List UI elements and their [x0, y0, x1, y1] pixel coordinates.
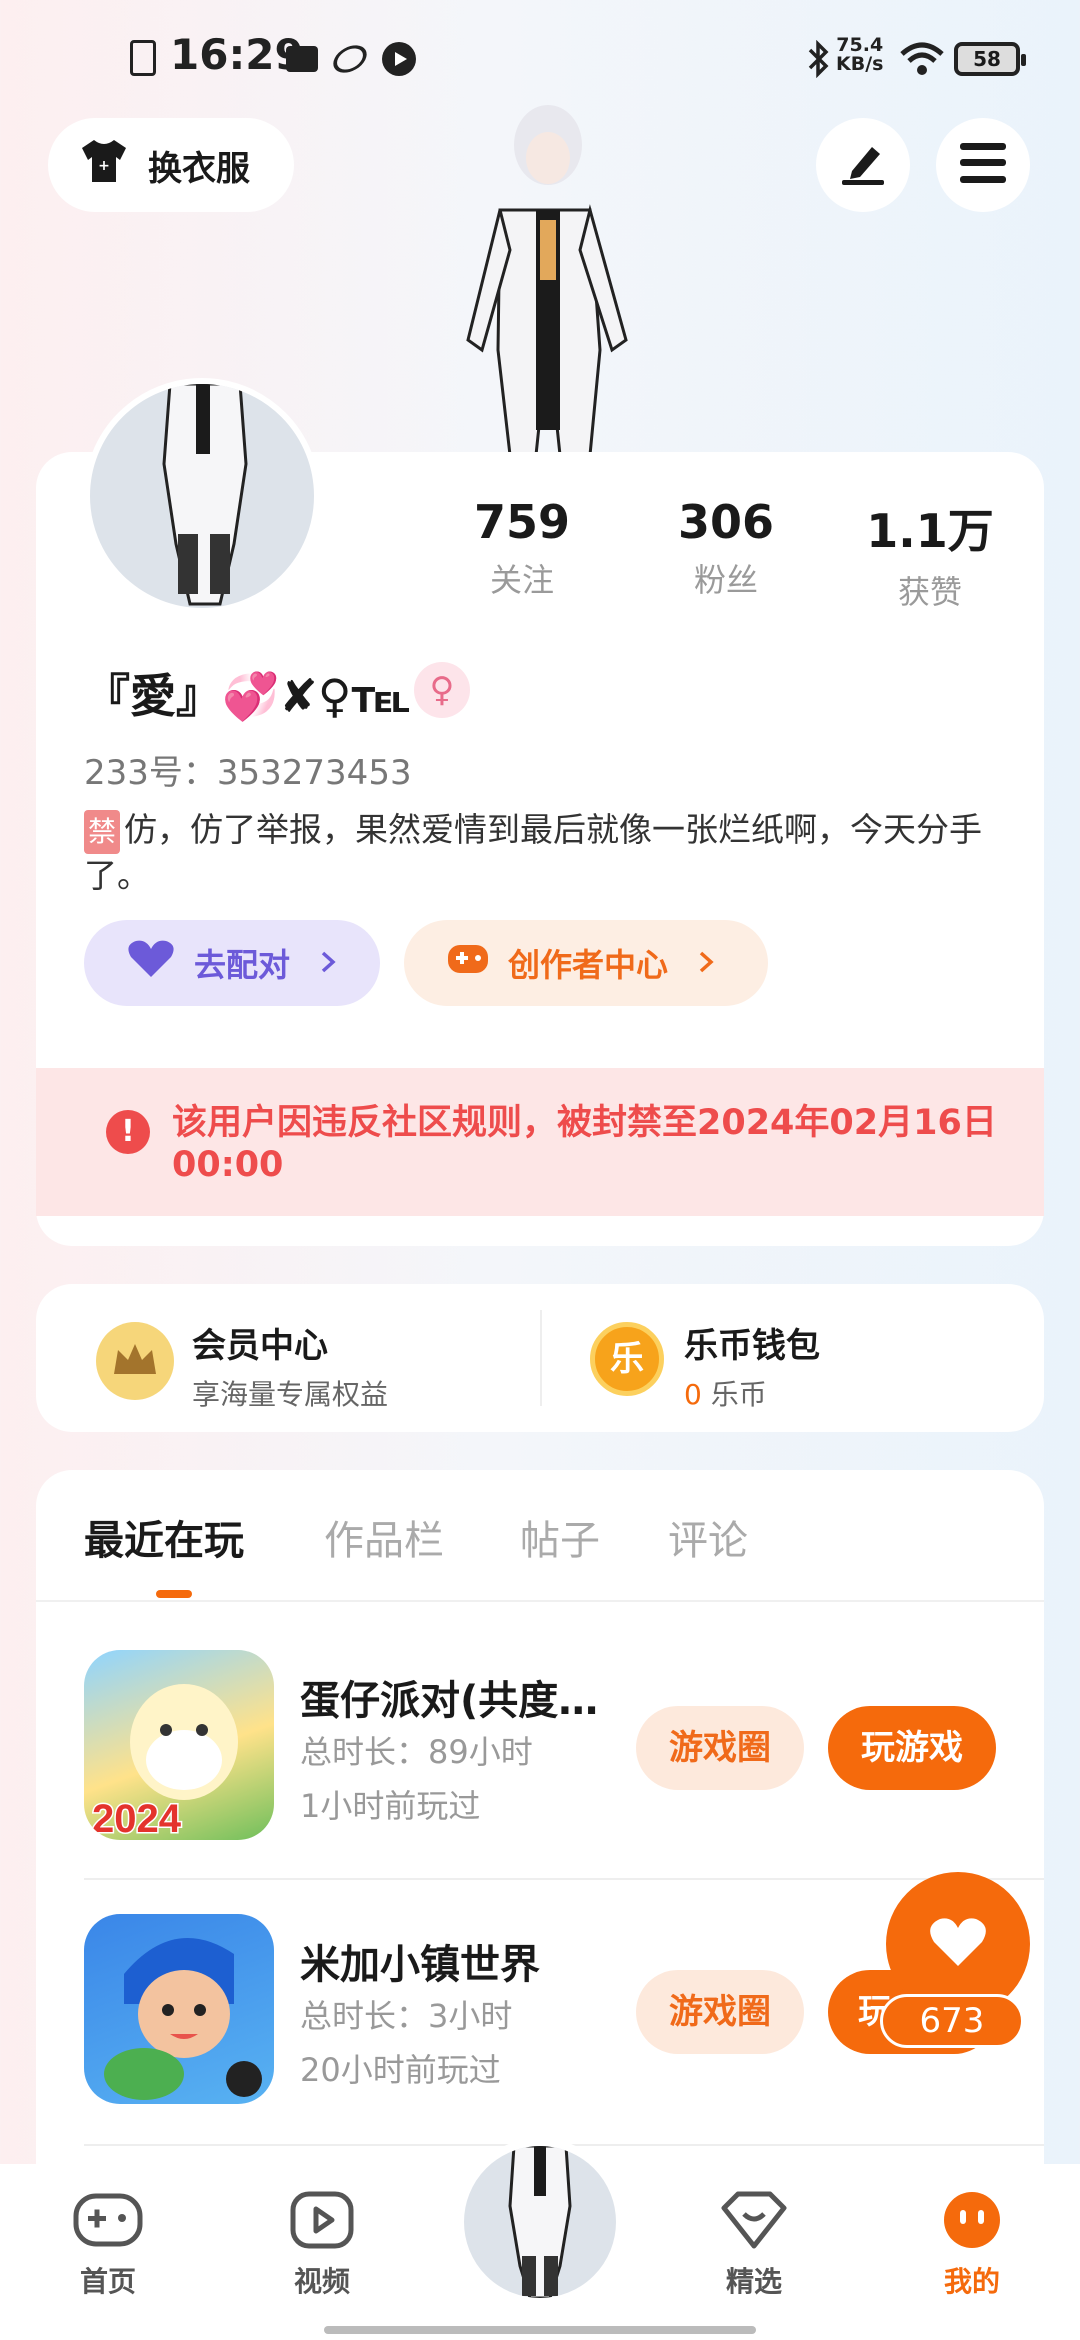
svg-text:+: + [98, 158, 110, 174]
match-label: 去配对 [194, 946, 291, 984]
banned-tag: 禁 [84, 810, 121, 854]
app-icon [328, 39, 372, 79]
likes-count: 1.1万 [866, 504, 994, 558]
nickname: 『愛』💞✘♀℡ [84, 669, 411, 723]
change-outfit-button[interactable]: + 换衣服 [48, 118, 294, 212]
following-count: 759 [473, 495, 571, 549]
home-indicator [324, 2326, 756, 2334]
game-circle-button[interactable]: 游戏圈 [636, 1970, 804, 2054]
gamepad-plus-icon [446, 941, 490, 985]
battery-indicator: 58 [954, 42, 1026, 76]
pencil-icon [838, 141, 888, 189]
wallet-balance: 0 乐币 [684, 1378, 767, 1411]
wifi-icon [900, 42, 944, 80]
edit-button[interactable] [816, 118, 910, 212]
chevron-right-icon [320, 944, 336, 982]
net-speed: 75.4 KB/s [836, 34, 884, 75]
game-duration: 总时长：89小时 [300, 1733, 533, 1771]
heart-diamond-icon [720, 2191, 788, 2254]
sim-off-icon [130, 40, 156, 76]
game-icon-miga-town[interactable] [84, 1914, 274, 2104]
nav-featured-label: 精选 [725, 2265, 782, 2298]
tab-recently-played[interactable]: 最近在玩 [84, 1508, 244, 1566]
creator-center-button[interactable]: 创作者中心 [404, 920, 768, 1006]
nav-center-avatar[interactable] [456, 2138, 624, 2306]
wallet-button[interactable]: 乐币钱包 0 乐币 [684, 1318, 820, 1413]
nav-featured[interactable]: 精选 [694, 2190, 814, 2300]
crown-icon [96, 1322, 174, 1400]
like-count-badge: 673 [880, 1994, 1024, 2048]
status-time: 16:29 [170, 30, 304, 79]
tab-posts[interactable]: 帖子 [520, 1508, 600, 1566]
gamepad-icon [72, 2193, 144, 2254]
game-last-played: 1小时前玩过 [300, 1787, 481, 1825]
smiley-face-icon [940, 2192, 1004, 2254]
followers-count: 306 [677, 495, 775, 549]
bluetooth-icon [806, 39, 832, 82]
divider [540, 1310, 542, 1406]
heart-icon [126, 939, 176, 987]
chevron-right-icon [698, 944, 714, 982]
nav-video[interactable]: 视频 [262, 2190, 382, 2300]
member-center-sub: 享海量专属权益 [192, 1378, 389, 1411]
bio-text: 仿，仿了举报，果然爱情到最后就像一张烂纸啊，今天分手了。 [84, 810, 983, 895]
play-circle-icon [382, 42, 416, 76]
game-last-played: 20小时前玩过 [300, 2051, 501, 2089]
likes-label: 获赞 [897, 573, 962, 611]
game-circle-button[interactable]: 游戏圈 [636, 1706, 804, 1790]
wallet-title: 乐币钱包 [684, 1326, 820, 1366]
game-icon-eggy-party[interactable]: 2024 [84, 1650, 274, 1840]
play-game-button[interactable]: 玩游戏 [828, 1706, 996, 1790]
heart-icon [928, 1916, 988, 1972]
video-play-icon [289, 2191, 355, 2254]
nav-home[interactable]: 首页 [48, 2190, 168, 2300]
bio: 禁仿，仿了举报，果然爱情到最后就像一张烂纸啊，今天分手了。 [84, 808, 1014, 898]
ban-notice-text: 该用户因违反社区规则，被封禁至2024年02月16日 00:00 [172, 1103, 997, 1185]
menu-icon [960, 143, 1006, 187]
game-name: 米加小镇世界 [300, 1942, 540, 1988]
game-duration: 总时长：3小时 [300, 1997, 513, 2035]
stat-following[interactable]: 759 关注 [432, 495, 612, 601]
following-label: 关注 [489, 561, 554, 599]
tab-indicator [156, 1590, 192, 1598]
divider [36, 1600, 1044, 1602]
coin-icon: 乐 [590, 1322, 664, 1396]
user-id[interactable]: 233号：353273453 [84, 745, 412, 794]
menu-button[interactable] [936, 118, 1030, 212]
nav-home-label: 首页 [79, 2265, 136, 2298]
avatar-character-image[interactable] [440, 100, 650, 457]
game-icon-badge: 2024 [92, 1797, 182, 1840]
change-outfit-label: 换衣服 [148, 148, 250, 189]
divider [84, 1878, 1044, 1880]
tab-works[interactable]: 作品栏 [324, 1508, 444, 1566]
video-record-icon [286, 46, 318, 72]
exclamation-icon: ! [106, 1110, 150, 1154]
nav-me-label: 我的 [943, 2265, 1000, 2298]
tshirt-icon: + [78, 138, 130, 193]
female-gender-icon: ♀ [414, 662, 470, 718]
creator-center-label: 创作者中心 [508, 946, 669, 984]
nav-me[interactable]: 我的 [912, 2190, 1032, 2300]
stat-followers[interactable]: 306 粉丝 [636, 495, 816, 601]
ban-notice: ! 该用户因违反社区规则，被封禁至2024年02月16日 00:00 [36, 1068, 1044, 1216]
member-center-button[interactable]: 会员中心 享海量专属权益 [192, 1318, 388, 1413]
match-button[interactable]: 去配对 [84, 920, 380, 1006]
member-center-title: 会员中心 [192, 1326, 328, 1366]
profile-avatar[interactable] [84, 378, 320, 614]
followers-label: 粉丝 [693, 561, 758, 599]
nav-video-label: 视频 [293, 2265, 350, 2298]
game-name: 蛋仔派对(共度… [300, 1678, 599, 1724]
stat-likes[interactable]: 1.1万 获赞 [840, 495, 1020, 613]
tab-comments[interactable]: 评论 [668, 1508, 748, 1566]
